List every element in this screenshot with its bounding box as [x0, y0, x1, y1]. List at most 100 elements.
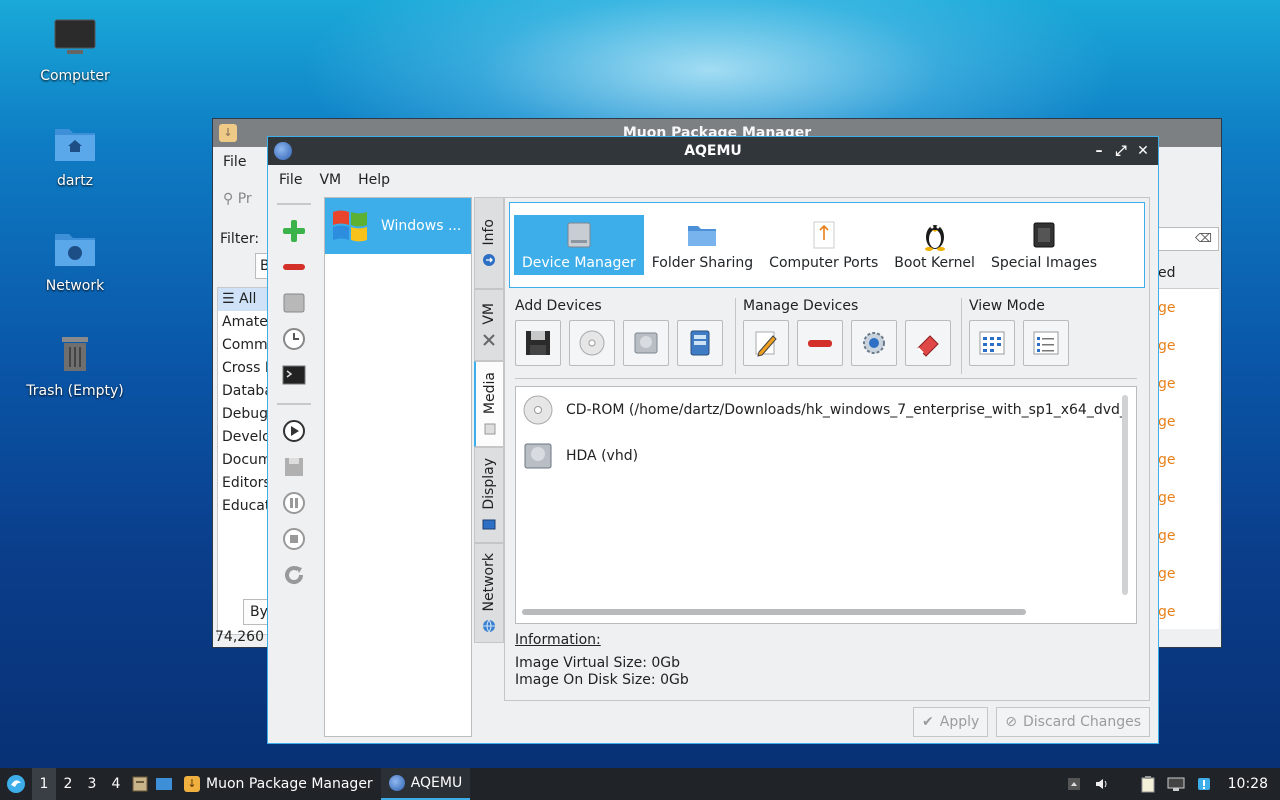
tab-info[interactable]: Info: [474, 197, 504, 289]
menu-file[interactable]: File: [272, 172, 312, 188]
category-boot-kernel[interactable]: Boot Kernel: [886, 215, 983, 275]
package-status: ge: [1158, 376, 1176, 392]
pause-vm-button[interactable]: [276, 485, 312, 521]
notification-icon[interactable]: [1192, 772, 1216, 796]
home-folder-icon: [55, 129, 95, 161]
category-device-manager[interactable]: Device Manager: [514, 215, 644, 275]
category-item[interactable]: Databa: [218, 380, 272, 403]
icon-view-button[interactable]: [969, 320, 1015, 366]
close-icon[interactable]: ✕: [1134, 141, 1152, 161]
clock-icon: [283, 328, 305, 350]
workspace-3[interactable]: 3: [80, 768, 104, 800]
aqemu-titlebar[interactable]: AQEMU – ⤢ ✕: [268, 137, 1158, 165]
tab-vm[interactable]: VM: [474, 289, 504, 361]
drive-icon: [283, 293, 305, 313]
add-cdrom-button[interactable]: [569, 320, 615, 366]
category-item[interactable]: Educat: [218, 495, 272, 518]
desktop-icon: [156, 778, 172, 790]
category-computer-ports[interactable]: Computer Ports: [761, 215, 886, 275]
discard-changes-button[interactable]: ⊘ Discard Changes: [996, 707, 1150, 737]
muon-package-column[interactable]: ed ge ge ge ge ge ge ge ge ge: [1153, 257, 1219, 629]
grid-view-icon: [979, 331, 1005, 355]
save-vm-button[interactable]: [276, 449, 312, 485]
device-list[interactable]: CD-ROM (/home/dartz/Downloads/hk_windows…: [515, 386, 1137, 624]
workspace-1[interactable]: 1: [32, 768, 56, 800]
show-desktop-button[interactable]: [152, 768, 176, 800]
clipboard-icon[interactable]: [1136, 772, 1160, 796]
apply-button[interactable]: ✔ Apply: [913, 707, 989, 737]
vm-list[interactable]: Windows ...: [324, 197, 472, 737]
category-special-images[interactable]: Special Images: [983, 215, 1105, 275]
tab-display[interactable]: Display: [474, 447, 504, 543]
workspace-2[interactable]: 2: [56, 768, 80, 800]
add-vm-button[interactable]: [276, 213, 312, 249]
device-properties-button[interactable]: [851, 320, 897, 366]
remove-device-button[interactable]: [797, 320, 843, 366]
info-icon: [483, 254, 495, 267]
start-vm-button[interactable]: [276, 413, 312, 449]
column-header[interactable]: ed: [1154, 257, 1219, 289]
clock[interactable]: 10:28: [1220, 776, 1280, 792]
clear-icon[interactable]: ⌫: [1195, 231, 1212, 245]
category-item[interactable]: Editors: [218, 472, 272, 495]
maximize-icon[interactable]: ⤢: [1112, 141, 1130, 161]
aqemu-window[interactable]: AQEMU – ⤢ ✕ File VM Help Windows ... Inf…: [267, 136, 1159, 744]
pause-icon: [283, 492, 305, 514]
stop-vm-button[interactable]: [276, 521, 312, 557]
desktop-icon-network[interactable]: Network: [20, 228, 130, 294]
workspace-4[interactable]: 4: [104, 768, 128, 800]
category-item[interactable]: Develo: [218, 426, 272, 449]
category-item[interactable]: Commu: [218, 334, 272, 357]
task-muon[interactable]: ↓ Muon Package Manager: [176, 768, 381, 800]
save-icon: [285, 458, 303, 476]
minus-icon: [283, 264, 305, 270]
muon-menu-file[interactable]: File: [223, 154, 246, 170]
muon-search-field-right[interactable]: ⌫: [1153, 227, 1219, 251]
desktop-icon-computer[interactable]: Computer: [20, 18, 130, 84]
minimize-icon[interactable]: –: [1090, 141, 1108, 161]
vm-list-item[interactable]: Windows ...: [325, 198, 471, 254]
console-button[interactable]: [276, 357, 312, 393]
vm-settings-button[interactable]: [276, 285, 312, 321]
clear-device-button[interactable]: [905, 320, 951, 366]
windows-logo-icon: [333, 210, 367, 242]
network-status-icon[interactable]: [1164, 772, 1188, 796]
reset-vm-button[interactable]: [276, 557, 312, 593]
desktop-icon-home[interactable]: dartz: [20, 123, 130, 189]
device-item-cdrom[interactable]: CD-ROM (/home/dartz/Downloads/hk_windows…: [516, 387, 1136, 433]
add-harddisk-button[interactable]: [623, 320, 669, 366]
category-item[interactable]: Debug: [218, 403, 272, 426]
muon-category-list[interactable]: ☰ All Amateu Commu Cross P Databa Debug …: [217, 287, 273, 635]
desktop-icon-trash[interactable]: Trash (Empty): [20, 333, 130, 399]
category-item[interactable]: Cross P: [218, 357, 272, 380]
muon-search[interactable]: ⚲ Pr: [223, 191, 252, 207]
menu-help[interactable]: Help: [351, 172, 400, 188]
horizontal-scrollbar[interactable]: [522, 609, 1026, 615]
remove-vm-button[interactable]: [276, 249, 312, 285]
device-item-hda[interactable]: HDA (vhd): [516, 433, 1136, 479]
file-manager-launcher[interactable]: [128, 768, 152, 800]
harddisk-icon: [634, 332, 658, 354]
start-menu-button[interactable]: [0, 768, 32, 800]
category-folder-sharing[interactable]: Folder Sharing: [644, 215, 761, 275]
list-view-button[interactable]: [1023, 320, 1069, 366]
menu-vm[interactable]: VM: [312, 172, 351, 188]
task-aqemu[interactable]: AQEMU: [380, 768, 471, 800]
add-storage-button[interactable]: [677, 320, 723, 366]
action-buttons: ✔ Apply ⊘ Discard Changes: [913, 707, 1150, 737]
minus-icon: [808, 340, 832, 347]
volume-icon[interactable]: [1090, 772, 1114, 796]
folder-icon: [688, 226, 717, 246]
tray-up-icon[interactable]: [1062, 772, 1086, 796]
network-folder-icon: [55, 234, 95, 266]
media-panel: Device Manager Folder Sharing Computer P…: [504, 197, 1150, 701]
snapshot-button[interactable]: [276, 321, 312, 357]
add-floppy-button[interactable]: [515, 320, 561, 366]
tab-network[interactable]: Network: [474, 543, 504, 643]
category-item[interactable]: Amateu: [218, 311, 272, 334]
tab-media[interactable]: Media: [474, 361, 504, 447]
category-item[interactable]: Docum: [218, 449, 272, 472]
edit-device-button[interactable]: [743, 320, 789, 366]
vertical-scrollbar[interactable]: [1122, 395, 1128, 595]
category-item[interactable]: ☰ All: [218, 288, 272, 311]
